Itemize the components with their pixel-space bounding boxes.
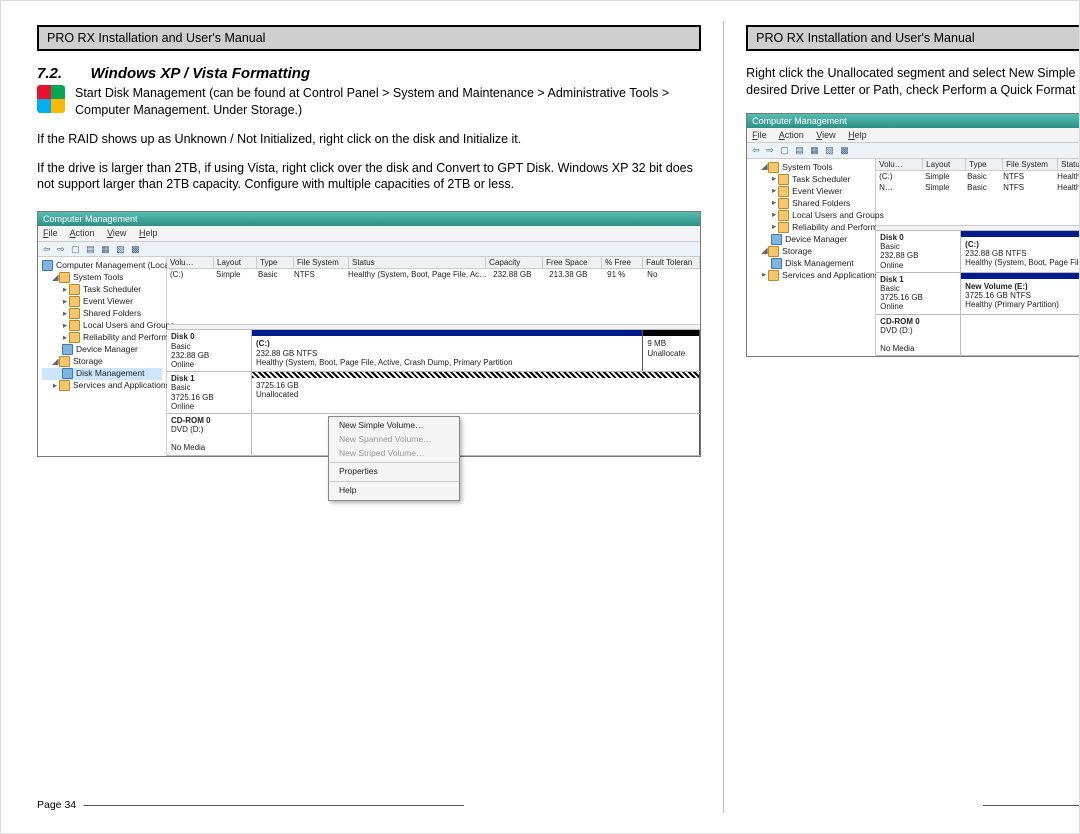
footer-rule [983,805,1080,806]
volume-grid-header: Volu…LayoutTypeFile SystemStatusCapacity… [876,159,1080,171]
page-left: PRO RX Installation and User's Manual 7.… [15,15,723,819]
services-icon [768,270,779,281]
document-spread: PRO RX Installation and User's Manual 7.… [0,0,1080,834]
context-menu[interactable]: New Simple Volume… New Spanned Volume… N… [328,416,460,501]
page-number: Page 34 [37,799,76,811]
section-heading: 7.2. Windows XP / Vista Formatting [37,65,701,83]
disk-graphical-view: Disk 0Basic232.88 GBOnline (C:)232.88 GB… [876,230,1080,356]
screenshot-disk-mgmt-context-menu: Computer Management File Action View Hel… [37,211,701,457]
cdrom-row[interactable]: CD-ROM 0DVD (D:)No Media [876,315,1080,357]
page-footer-left: Page 34 [37,799,464,811]
volume-grid-header: Volu…LayoutTypeFile SystemStatusCapacity… [167,257,700,269]
footer-rule [84,805,464,806]
paragraph-gpt: If the drive is larger than 2TB, if usin… [37,160,701,193]
section-number: 7.2. [37,65,62,82]
window-title: Computer Management [747,114,1080,128]
menu-bar: File Action View Help [38,226,700,241]
nav-tree[interactable]: Computer Management (Local) ◢System Tool… [38,257,167,456]
toolbar: ⇦ ⇨ ▢ ▤ ▦ ▧ ▩ [747,143,1080,158]
menu-help[interactable]: Help [848,130,867,140]
screenshot-disk-mgmt-new-volume: Computer Management File Action View Hel… [746,113,1080,358]
intro-paragraph: Start Disk Management (can be found at C… [75,85,701,118]
volume-row[interactable]: (C:)SimpleBasicNTFSHealthy (System, Boot… [167,269,700,280]
reliability-icon [778,222,789,233]
storage-icon [768,246,779,257]
windows-flag-icon [37,85,65,113]
users-icon [778,210,789,221]
disk0-row[interactable]: Disk 0Basic232.88 GBOnline (C:)232.88 GB… [167,330,700,372]
task-scheduler-icon [69,284,80,295]
disk1-row[interactable]: Disk 1Basic3725.16 GBOnline 3725.16 GBUn… [167,372,700,414]
event-viewer-icon [69,296,80,307]
menu-file[interactable]: File [43,228,58,238]
menu-view[interactable]: View [107,228,126,238]
menu-help[interactable]: Help [139,228,158,238]
ctx-new-simple-volume[interactable]: New Simple Volume… [329,419,459,433]
shared-folders-icon [69,308,80,319]
ctx-new-spanned-volume: New Spanned Volume… [329,433,459,447]
page-footer-right: Page 35 [983,799,1080,811]
folder-icon [768,162,779,173]
ctx-new-striped-volume: New Striped Volume… [329,447,459,461]
page-header: PRO RX Installation and User's Manual [746,25,1080,51]
menu-bar: File Action View Help [747,128,1080,143]
ctx-help[interactable]: Help [329,484,459,498]
disk-mgmt-pane: Volu…LayoutTypeFile SystemStatusCapacity… [876,159,1080,357]
event-viewer-icon [778,186,789,197]
menu-view[interactable]: View [816,130,835,140]
disk-mgmt-icon [62,368,73,379]
paragraph-new-volume: Right click the Unallocated segment and … [746,65,1080,98]
section-title: Windows XP / Vista Formatting [90,65,310,82]
menu-action[interactable]: Action [70,228,95,238]
page-header: PRO RX Installation and User's Manual [37,25,701,51]
computer-icon [42,260,53,271]
services-icon [59,380,70,391]
storage-icon [59,356,70,367]
disk-mgmt-icon [771,258,782,269]
menu-action[interactable]: Action [779,130,804,140]
device-manager-icon [62,344,73,355]
nav-tree[interactable]: ◢System Tools ▸Task Scheduler ▸Event Vie… [747,159,876,357]
volume-row[interactable]: (C:)SimpleBasicNTFSHealthy (System, Boot… [876,171,1080,182]
folder-icon [59,272,70,283]
paragraph-raid-init: If the RAID shows up as Unknown / Not In… [37,131,701,148]
reliability-icon [69,332,80,343]
volume-row[interactable]: N…SimpleBasicNTFSHealthy (Primary Partit… [876,182,1080,193]
menu-file[interactable]: File [752,130,767,140]
window-title: Computer Management [38,212,700,226]
disk0-row[interactable]: Disk 0Basic232.88 GBOnline (C:)232.88 GB… [876,231,1080,273]
users-icon [69,320,80,331]
toolbar: ⇦ ⇨ ▢ ▤ ▦ ▧ ▩ [38,242,700,257]
shared-folders-icon [778,198,789,209]
ctx-properties[interactable]: Properties [329,465,459,479]
disk1-row[interactable]: Disk 1Basic3725.16 GBOnline New Volume (… [876,273,1080,315]
page-right: PRO RX Installation and User's Manual Ri… [724,15,1080,819]
task-scheduler-icon [778,174,789,185]
device-manager-icon [771,234,782,245]
